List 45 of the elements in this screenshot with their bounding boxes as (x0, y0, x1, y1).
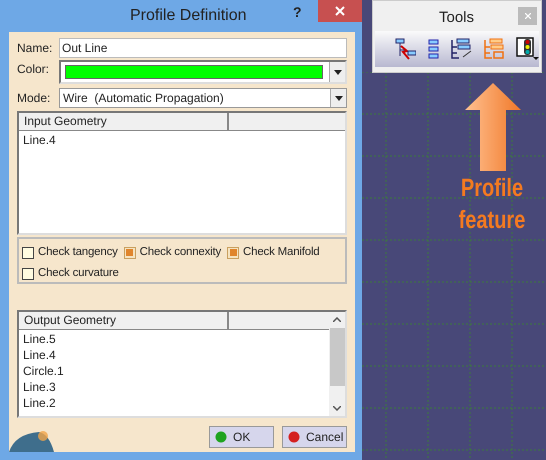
help-button[interactable]: ? (293, 2, 302, 23)
close-icon (524, 13, 530, 19)
field-label: Color: (17, 61, 50, 78)
list-item[interactable]: Line.4 (23, 347, 56, 363)
checkbox-label[interactable]: Check Manifold (243, 244, 320, 262)
column-header[interactable]: Input Geometry (19, 113, 229, 131)
list-item[interactable]: Circle.1 (23, 363, 64, 379)
color-dropdown[interactable] (59, 60, 347, 84)
caret-icon (334, 70, 342, 74)
tool-icon[interactable] (395, 38, 416, 60)
profile-tree-icon[interactable] (484, 38, 504, 60)
scroll-down-icon[interactable] (333, 406, 341, 411)
list-item[interactable]: Line.4 (23, 132, 56, 148)
checkbox[interactable] (227, 246, 240, 258)
list-item[interactable]: Line.5 (23, 331, 56, 347)
checkbox-label[interactable]: Check connexity (140, 244, 222, 262)
scroll-up-icon[interactable] (333, 317, 341, 322)
checkbox[interactable] (22, 268, 34, 280)
globe-drawing (9, 428, 54, 452)
name-field[interactable]: Out Line (59, 38, 347, 58)
window-title: Profile Definition (130, 6, 246, 26)
checkbox[interactable] (22, 246, 34, 258)
caret-icon (334, 96, 342, 100)
scrollbar-thumb[interactable] (330, 328, 344, 386)
mode-dropdown[interactable]: Wire (Automatic Propagation) (59, 88, 347, 108)
ok-button[interactable]: OK (209, 426, 274, 448)
status-dot-icon (288, 431, 300, 443)
list-item[interactable]: Line.2 (23, 395, 56, 411)
panel-title: Tools (439, 8, 474, 28)
column-header[interactable]: Output Geometry (19, 312, 229, 330)
close-icon (335, 6, 345, 16)
annotation-text: Profile feature (458, 173, 526, 236)
close-button[interactable] (318, 0, 362, 22)
field-label: Name: (17, 40, 54, 57)
list-icon[interactable] (428, 38, 439, 60)
cancel-button[interactable]: Cancel (282, 426, 347, 448)
checkbox-label[interactable]: Check curvature (38, 264, 119, 282)
list-item[interactable]: Line.3 (23, 379, 56, 395)
tree-icon[interactable] (451, 38, 472, 60)
traffic-light-icon[interactable] (516, 37, 539, 61)
column-header[interactable] (229, 113, 345, 131)
field-label: Mode: (17, 90, 52, 107)
checkbox[interactable] (124, 246, 136, 258)
checkbox-label[interactable]: Check tangency (38, 244, 118, 262)
status-dot-icon (215, 431, 227, 443)
